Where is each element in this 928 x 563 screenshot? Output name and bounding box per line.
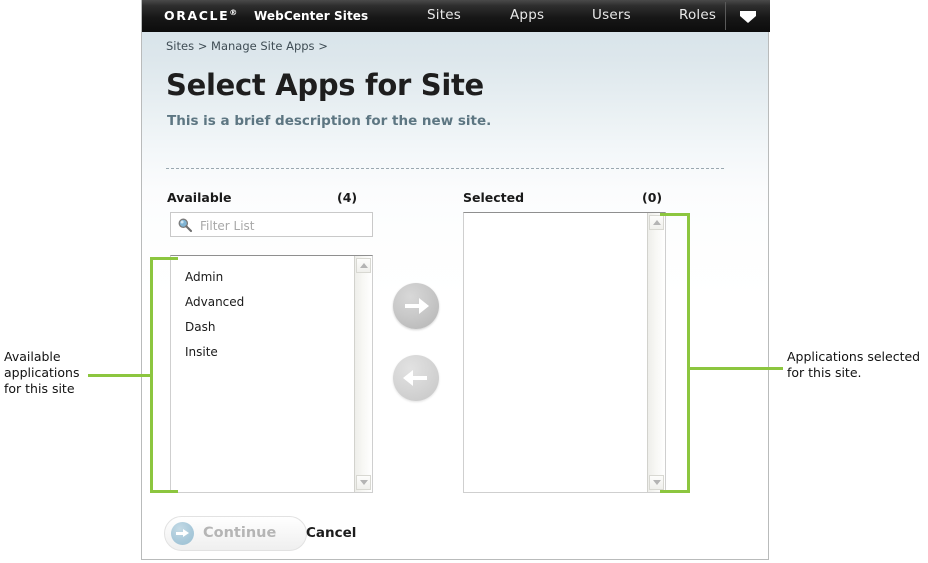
oracle-wordmark: ORACLE [164, 8, 230, 23]
scroll-down-icon[interactable] [356, 475, 371, 490]
list-item[interactable]: Advanced [171, 289, 354, 314]
annotation-label-selected: Applications selected for this site. [787, 349, 921, 380]
list-item[interactable]: Dash [171, 314, 354, 339]
annotation-leader-line-right [689, 367, 783, 370]
continue-button[interactable]: Continue [164, 516, 307, 551]
annotation-bracket-available [150, 257, 178, 493]
page-description: This is a brief description for the new … [167, 113, 492, 129]
scroll-down-arrow [360, 480, 368, 485]
scroll-up-icon[interactable] [356, 258, 371, 273]
chevron-down-triangle [740, 16, 756, 23]
trademark-symbol: ® [229, 8, 238, 17]
arrow-left-icon-shaft [411, 376, 427, 380]
selected-list-label: Selected [463, 190, 525, 205]
arrow-left-icon-head [403, 370, 413, 386]
arrow-right-circle-icon [171, 522, 194, 545]
selected-list-count: (0) [642, 190, 663, 205]
cancel-button[interactable]: Cancel [306, 525, 356, 541]
list-item[interactable]: Admin [171, 264, 354, 289]
move-left-button[interactable] [393, 355, 439, 401]
selected-list-items [464, 213, 647, 221]
continue-button-label: Continue [203, 525, 277, 541]
chevron-down-icon[interactable] [726, 0, 770, 32]
list-item[interactable]: Insite [171, 339, 354, 364]
top-navigation-bar: ORACLE® WebCenter Sites Sites Apps Users… [142, 0, 770, 32]
nav-item-sites[interactable]: Sites [427, 7, 461, 23]
selected-listbox[interactable] [463, 212, 666, 493]
page-title: Select Apps for Site [166, 68, 484, 102]
filter-input[interactable] [198, 213, 372, 238]
breadcrumb[interactable]: Sites > Manage Site Apps > [166, 39, 328, 53]
move-right-button[interactable] [393, 283, 439, 329]
annotation-label-available: Available applications for this site [4, 349, 80, 396]
oracle-logo: ORACLE® [164, 8, 237, 23]
scroll-up-arrow [360, 263, 368, 268]
available-list-items: Admin Advanced Dash Insite [171, 256, 354, 364]
dashed-divider [166, 168, 724, 169]
search-icon [178, 218, 193, 233]
available-listbox[interactable]: Admin Advanced Dash Insite [170, 255, 373, 493]
available-scrollbar[interactable] [354, 256, 372, 492]
continue-arrow-head [183, 529, 189, 537]
nav-item-roles[interactable]: Roles [679, 7, 716, 23]
available-list-count: (4) [337, 190, 358, 205]
filter-input-wrapper[interactable] [170, 212, 373, 238]
annotation-leader-line-left [88, 374, 151, 377]
product-name-label: WebCenter Sites [254, 9, 369, 23]
annotation-bracket-selected [660, 213, 690, 493]
arrow-right-icon-head [419, 298, 429, 314]
nav-item-users[interactable]: Users [592, 7, 631, 23]
nav-item-apps[interactable]: Apps [510, 7, 544, 23]
